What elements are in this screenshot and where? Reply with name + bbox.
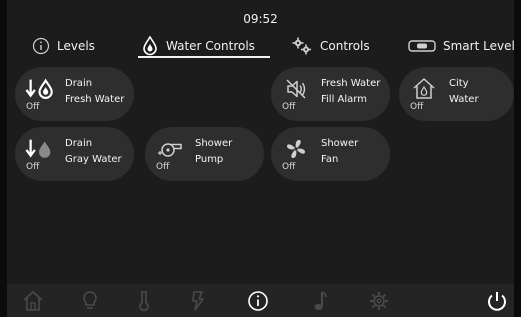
tile-state: Off bbox=[410, 102, 424, 112]
power-bolt-icon[interactable] bbox=[187, 290, 209, 312]
status-clock: 09:52 bbox=[243, 12, 278, 26]
tab-label: Levels bbox=[57, 39, 95, 53]
thermometer-icon[interactable] bbox=[133, 290, 155, 312]
tile-label-line1: Shower bbox=[321, 138, 359, 149]
shower-fan-tile[interactable]: Off Shower Fan bbox=[271, 127, 390, 181]
info-icon[interactable] bbox=[247, 290, 269, 312]
settings-gear-icon[interactable] bbox=[368, 290, 390, 312]
tile-label-line2: Gray Water bbox=[65, 154, 122, 165]
drain-fresh-water-icon bbox=[25, 76, 55, 102]
tile-state: Off bbox=[156, 162, 170, 172]
tile-state: Off bbox=[26, 102, 40, 112]
tab-label: Controls bbox=[320, 39, 370, 53]
tile-state: Off bbox=[282, 162, 296, 172]
music-note-icon[interactable] bbox=[309, 290, 331, 312]
home-icon[interactable] bbox=[22, 290, 44, 312]
tile-label-line2: Water bbox=[449, 94, 479, 105]
level-bubble-icon bbox=[408, 39, 436, 53]
tab-label: Smart Level bbox=[443, 39, 514, 53]
tab-controls[interactable]: Controls bbox=[291, 33, 370, 59]
tile-label-line1: City bbox=[449, 78, 469, 89]
fan-icon bbox=[281, 136, 311, 162]
right-bezel bbox=[514, 0, 521, 317]
bottom-nav-bar bbox=[7, 284, 514, 317]
tile-label-line2: Fill Alarm bbox=[321, 94, 367, 105]
tile-label-line1: Drain bbox=[65, 138, 93, 149]
lightbulb-icon[interactable] bbox=[79, 290, 101, 312]
gears-icon bbox=[291, 36, 313, 56]
info-circle-icon bbox=[32, 37, 50, 55]
fresh-water-fill-alarm-tile[interactable]: Off Fresh Water Fill Alarm bbox=[271, 67, 390, 121]
house-icon bbox=[409, 76, 439, 102]
city-water-tile[interactable]: Off City Water bbox=[399, 67, 514, 121]
water-drop-icon bbox=[141, 36, 159, 56]
tab-label: Water Controls bbox=[166, 39, 255, 53]
tile-label-line1: Shower bbox=[195, 138, 233, 149]
tile-label-line2: Fresh Water bbox=[65, 94, 125, 105]
left-bezel bbox=[0, 0, 7, 317]
tile-label-line2: Fan bbox=[321, 154, 339, 165]
pump-icon bbox=[155, 136, 185, 162]
active-tab-underline bbox=[138, 56, 270, 58]
power-icon[interactable] bbox=[486, 290, 508, 312]
shower-pump-tile[interactable]: Off Shower Pump bbox=[145, 127, 264, 181]
tile-label-line1: Fresh Water bbox=[321, 78, 381, 89]
screen: 09:52 Levels Water Controls Controls Sma… bbox=[7, 0, 514, 317]
tab-smart-level[interactable]: Smart Level bbox=[408, 33, 514, 59]
drain-fresh-water-tile[interactable]: Off Drain Fresh Water bbox=[15, 67, 134, 121]
alarm-muted-icon bbox=[281, 76, 311, 102]
drain-gray-water-tile[interactable]: Off Drain Gray Water bbox=[15, 127, 134, 181]
tile-state: Off bbox=[282, 102, 296, 112]
drain-gray-water-icon bbox=[25, 136, 55, 162]
tile-label-line1: Drain bbox=[65, 78, 93, 89]
tile-label-line2: Pump bbox=[195, 154, 224, 165]
tile-state: Off bbox=[26, 162, 40, 172]
tab-levels[interactable]: Levels bbox=[32, 33, 95, 59]
